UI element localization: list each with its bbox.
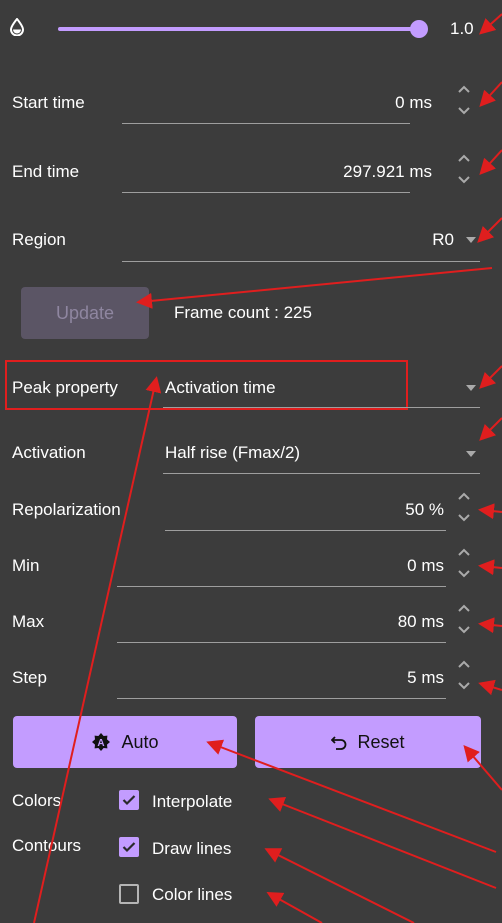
region-label: Region [12, 230, 66, 249]
slider-value: 1.0 [450, 19, 474, 38]
arrow [478, 617, 502, 634]
region-value: R0 [432, 230, 454, 249]
contours-label: Contours [12, 836, 81, 855]
max-underline [117, 642, 446, 643]
activation-dropdown[interactable]: Half rise (Fmax/2) [163, 430, 480, 474]
auto-button-label: Auto [121, 731, 159, 752]
color-lines-checkbox[interactable] [119, 884, 139, 904]
draw-lines-checkbox[interactable] [119, 837, 139, 857]
arrow [479, 149, 502, 175]
opacity-drop-icon [9, 17, 25, 41]
undo-icon [331, 734, 347, 750]
max-field[interactable]: 80 ms [117, 599, 452, 643]
step-spinner[interactable] [457, 657, 471, 693]
repolarization-spinner[interactable] [457, 489, 471, 525]
arrow [479, 81, 502, 107]
region-underline [122, 261, 480, 262]
step-field[interactable]: 5 ms [117, 655, 452, 699]
update-button[interactable]: Update [21, 287, 149, 339]
opacity-slider[interactable] [58, 19, 430, 39]
min-value: 0 ms [407, 556, 444, 575]
start-time-label: Start time [12, 93, 85, 112]
arrow [264, 848, 415, 923]
arrow [479, 417, 502, 441]
min-underline [117, 586, 446, 587]
arrow [477, 217, 502, 243]
arrow [478, 679, 502, 696]
peak-property-value: Activation time [165, 378, 276, 397]
frame-count: Frame count : 225 [174, 303, 312, 322]
max-value: 80 ms [397, 612, 444, 631]
reset-button[interactable]: Reset [255, 716, 481, 768]
arrow [478, 503, 502, 520]
end-time-field[interactable]: 297.921 ms [122, 149, 452, 193]
chevron-down-icon [466, 451, 476, 457]
auto-icon: A [91, 732, 111, 752]
slider-track [58, 27, 420, 31]
peak-property-dropdown[interactable]: Activation time [163, 364, 480, 408]
chevron-down-icon [466, 385, 476, 391]
peak-property-underline [163, 407, 480, 408]
reset-button-label: Reset [357, 731, 405, 752]
end-time-underline [122, 192, 410, 193]
activation-underline [163, 473, 480, 474]
start-time-spinner[interactable] [457, 82, 471, 118]
step-underline [117, 698, 446, 699]
activation-label: Activation [12, 443, 86, 462]
colors-label: Colors [12, 791, 62, 810]
slider-thumb[interactable] [410, 20, 428, 38]
end-time-value: 297.921 ms [343, 162, 432, 181]
min-field[interactable]: 0 ms [117, 543, 452, 587]
activation-value: Half rise (Fmax/2) [165, 443, 301, 462]
interpolate-label[interactable]: Interpolate [152, 792, 232, 812]
start-time-underline [122, 123, 410, 124]
chevron-down-icon [466, 237, 476, 243]
repolarization-field[interactable]: 50 % [165, 487, 452, 531]
max-label: Max [12, 612, 45, 631]
svg-text:A: A [98, 738, 105, 749]
end-time-label: End time [12, 162, 80, 181]
update-button-label: Update [55, 302, 115, 323]
repolarization-underline [165, 530, 446, 531]
arrow [478, 559, 502, 576]
arrow [479, 13, 502, 35]
region-dropdown[interactable]: R0 [122, 218, 480, 262]
peak-property-label: Peak property [12, 378, 118, 397]
arrow [479, 365, 502, 389]
step-value: 5 ms [407, 668, 444, 687]
min-spinner[interactable] [457, 545, 471, 581]
arrow [268, 796, 497, 889]
repolarization-value: 50 % [405, 500, 444, 519]
step-label: Step [12, 668, 47, 687]
min-label: Min [12, 556, 40, 575]
repolarization-label: Repolarization [12, 500, 121, 519]
arrow [266, 892, 323, 923]
start-time-field[interactable]: 0 ms [122, 80, 452, 124]
arrow [136, 267, 493, 309]
start-time-value: 0 ms [395, 93, 432, 112]
max-spinner[interactable] [457, 601, 471, 637]
interpolate-checkbox[interactable] [119, 790, 139, 810]
color-lines-label[interactable]: Color lines [152, 885, 232, 905]
auto-button[interactable]: A Auto [13, 716, 237, 768]
end-time-spinner[interactable] [457, 151, 471, 187]
draw-lines-label[interactable]: Draw lines [152, 839, 231, 859]
